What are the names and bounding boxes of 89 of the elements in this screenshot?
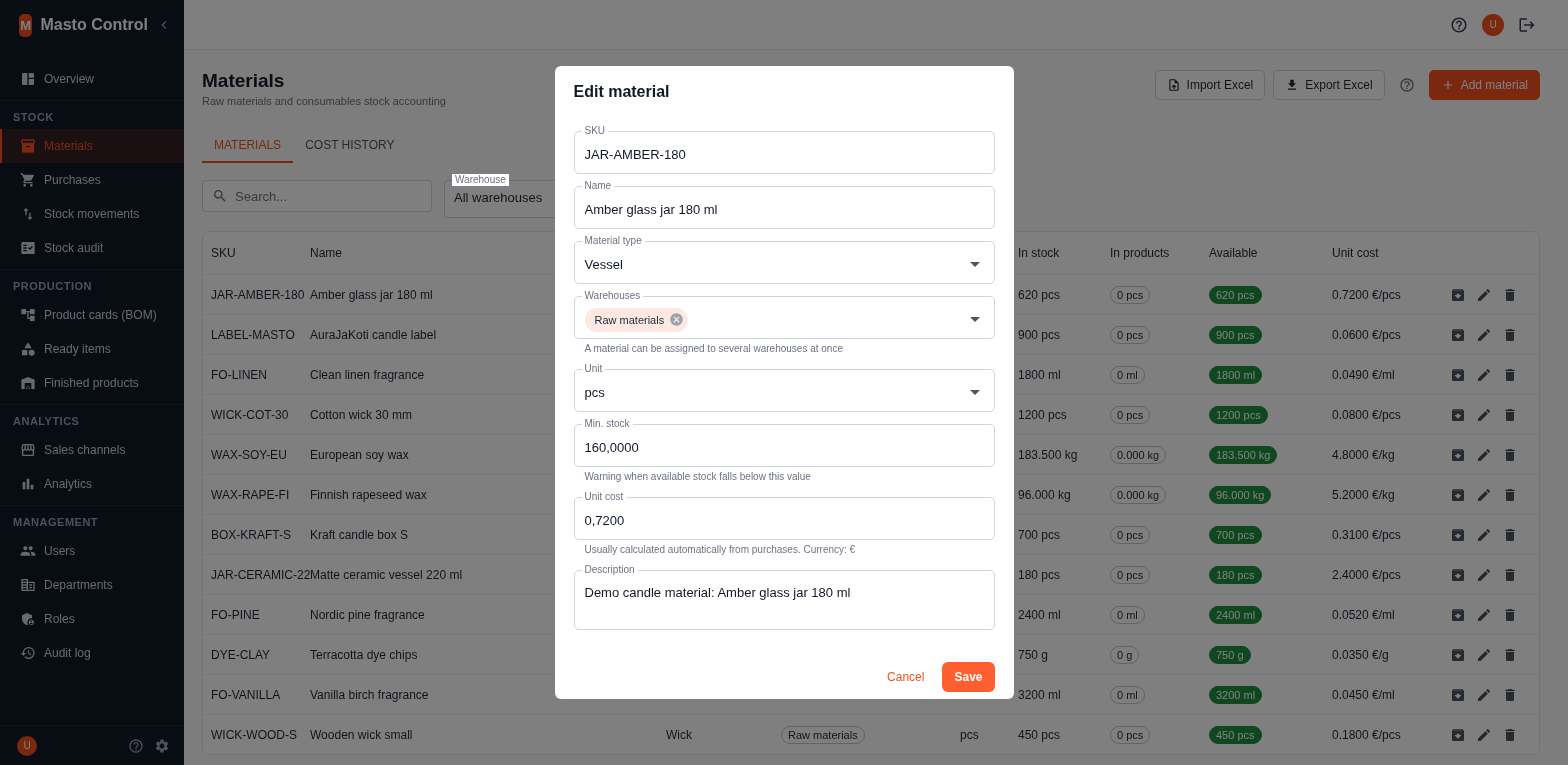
table-cell: LABEL-MASTO — [211, 327, 295, 342]
table-cell: Nordic pine fragrance — [310, 607, 425, 622]
table-cell: 0.0450 €/ml — [1332, 687, 1395, 702]
helper-text: Warning when available stock falls below this value — [583, 471, 812, 483]
field-label: Name — [581, 180, 615, 192]
available-tag: 450 pcs — [1209, 725, 1262, 744]
table-cell: 0.0800 €/pcs — [1332, 407, 1401, 422]
table-cell: 5.2000 €/kg — [1332, 487, 1395, 502]
column-header: SKU — [211, 246, 236, 260]
field-label: Min. stock — [581, 418, 633, 430]
table-cell: 0.7200 €/pcs — [1332, 287, 1401, 302]
field-label: Description — [581, 564, 638, 576]
available-tag: 1800 ml — [1209, 365, 1263, 384]
table-cell: 1800 ml — [1018, 367, 1061, 382]
column-header: Unit cost — [1332, 246, 1379, 260]
table-cell: Matte ceramic vessel 220 ml — [310, 567, 463, 582]
table-cell: 4.8000 €/kg — [1332, 447, 1395, 462]
available-tag: 180 pcs — [1209, 565, 1262, 584]
table-cell: Cotton wick 30 mm — [310, 407, 413, 422]
table-cell: WICK-COT-30 — [211, 407, 289, 422]
table-cell: JAR-AMBER-180 — [211, 287, 305, 302]
table-cell: pcs — [960, 727, 979, 742]
column-header: Name — [310, 246, 342, 260]
column-header: In products — [1110, 246, 1170, 260]
table-cell: 0.3100 €/pcs — [1332, 527, 1401, 542]
page-subtitle: Raw materials and consumables stock accounting — [202, 95, 446, 107]
table-cell: FO-PINE — [211, 607, 260, 622]
section-heading: PRODUCTION — [12, 279, 93, 294]
table-cell: 180 pcs — [1018, 567, 1061, 582]
field-label: Warehouse — [452, 174, 509, 186]
table-cell: Vanilla birch fragrance — [310, 687, 429, 702]
table-cell: Terracotta dye chips — [310, 647, 418, 662]
table-cell: 1200 pcs — [1018, 407, 1067, 422]
table-cell: FO-VANILLA — [211, 687, 281, 702]
table-cell: 0.1800 €/pcs — [1332, 727, 1401, 742]
available-tag: 2400 ml — [1209, 605, 1263, 624]
table-cell: 2.4000 €/pcs — [1332, 567, 1401, 582]
table-cell: WICK-WOOD-S — [211, 727, 297, 742]
table-cell: WAX-SOY-EU — [211, 447, 287, 462]
app-logo: M — [19, 13, 33, 37]
table-cell: Finnish rapeseed wax — [310, 487, 427, 502]
field-label: Warehouses — [581, 290, 644, 302]
available-tag: 1200 pcs — [1209, 405, 1268, 424]
field-label: Unit cost — [581, 491, 627, 503]
table-cell: 0.0600 €/pcs — [1332, 327, 1401, 342]
table-cell: JAR-CERAMIC-22 — [211, 567, 311, 582]
table-cell: Wick — [666, 727, 692, 742]
table-cell: 620 pcs — [1018, 287, 1061, 302]
field-label: SKU — [581, 125, 609, 137]
helper-text: Usually calculated automatically from purchases. Currency: € — [583, 544, 857, 556]
available-tag: 750 g — [1209, 645, 1251, 664]
table-cell: 450 pcs — [1018, 727, 1061, 742]
table-cell: 3200 ml — [1018, 687, 1061, 702]
table-cell: BOX-KRAFT-S — [211, 527, 291, 542]
table-cell: 750 g — [1018, 647, 1049, 662]
available-tag: 700 pcs — [1209, 525, 1262, 544]
table-cell: Kraft candle box S — [310, 527, 409, 542]
available-tag: 96.000 kg — [1209, 485, 1272, 504]
table-cell: 183.500 kg — [1018, 447, 1078, 462]
available-tag: 900 pcs — [1209, 325, 1262, 344]
table-cell: FO-LINEN — [211, 367, 267, 382]
table-cell: WAX-RAPE-FI — [211, 487, 290, 502]
table-cell: 2400 ml — [1018, 607, 1061, 622]
available-tag: 183.500 kg — [1209, 445, 1278, 464]
dialog-title: Edit material — [573, 82, 671, 101]
table-cell: DYE-CLAY — [211, 647, 271, 662]
field-label: Material type — [581, 235, 645, 247]
table-cell: 0.0350 €/g — [1332, 647, 1389, 662]
available-tag: 3200 ml — [1209, 685, 1263, 704]
table-cell: 0.0520 €/ml — [1332, 607, 1395, 622]
section-heading: STOCK — [12, 110, 55, 125]
table-cell: Clean linen fragrance — [310, 367, 425, 382]
column-header: In stock — [1018, 246, 1060, 260]
helper-text: A material can be assigned to several warehouses at once — [583, 343, 844, 355]
page-title: Materials — [202, 70, 286, 92]
app-name: Masto Control — [40, 16, 148, 34]
table-cell: 700 pcs — [1018, 527, 1061, 542]
field-label: Unit — [581, 363, 606, 375]
table-cell: Wooden wick small — [310, 727, 413, 742]
available-tag: 620 pcs — [1209, 285, 1262, 304]
table-cell: AuraJaKoti candle label — [310, 327, 437, 342]
table-cell: Amber glass jar 180 ml — [310, 287, 433, 302]
table-cell: 0.0490 €/ml — [1332, 367, 1395, 382]
section-heading: ANALYTICS — [12, 414, 81, 429]
table-cell: 96.000 kg — [1018, 487, 1071, 502]
section-heading: MANAGEMENT — [12, 515, 100, 530]
table-cell: European soy wax — [310, 447, 409, 462]
column-header: Available — [1209, 246, 1258, 260]
table-cell: 900 pcs — [1018, 327, 1061, 342]
